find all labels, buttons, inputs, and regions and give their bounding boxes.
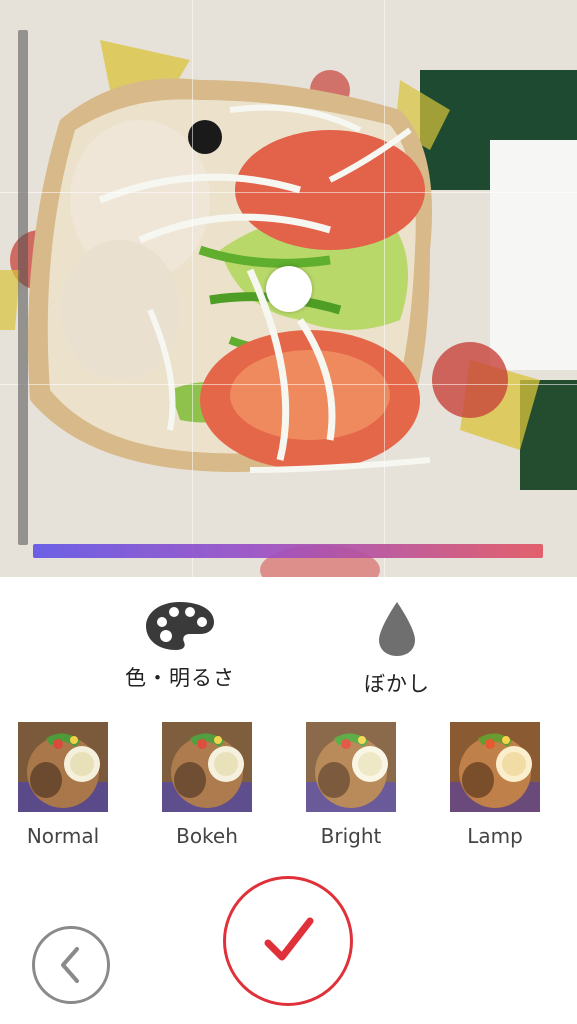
color-brightness-button[interactable]: 色・明るさ (105, 600, 255, 692)
blur-button[interactable]: ぼかし (322, 600, 472, 696)
back-button[interactable] (32, 926, 110, 1004)
filter-label: Normal (26, 824, 100, 848)
filter-thumbnail (306, 722, 396, 812)
drop-icon (379, 602, 415, 656)
confirm-button[interactable] (223, 876, 353, 1006)
focus-point-handle[interactable] (266, 266, 312, 312)
grid-line (0, 384, 577, 385)
filter-label: Lamp (467, 824, 523, 848)
mode-label-blur: ぼかし (364, 672, 430, 696)
palette-icon (146, 602, 214, 650)
filter-label: Bokeh (176, 824, 238, 848)
filter-normal[interactable]: Normal (3, 722, 123, 848)
checkmark-icon (264, 917, 314, 961)
grid-line (192, 0, 193, 577)
filter-thumbnail (450, 722, 540, 812)
grid-line (384, 0, 385, 577)
photo-editor-screen: 色・明るさ ぼかし Normal Bokeh Bright Lamp (0, 0, 577, 1024)
filter-thumbnail (162, 722, 252, 812)
grid-line (0, 192, 577, 193)
vertical-adjust-slider[interactable] (18, 30, 28, 545)
photo-preview[interactable] (0, 0, 577, 577)
filter-lamp[interactable]: Lamp (435, 722, 555, 848)
chevron-left-icon (61, 947, 79, 983)
filter-thumbnail (18, 722, 108, 812)
filter-bright[interactable]: Bright (291, 722, 411, 848)
filter-bokeh[interactable]: Bokeh (147, 722, 267, 848)
filter-label: Bright (320, 824, 382, 848)
mode-label-color: 色・明るさ (125, 666, 235, 690)
color-gradient-slider[interactable] (33, 544, 543, 558)
